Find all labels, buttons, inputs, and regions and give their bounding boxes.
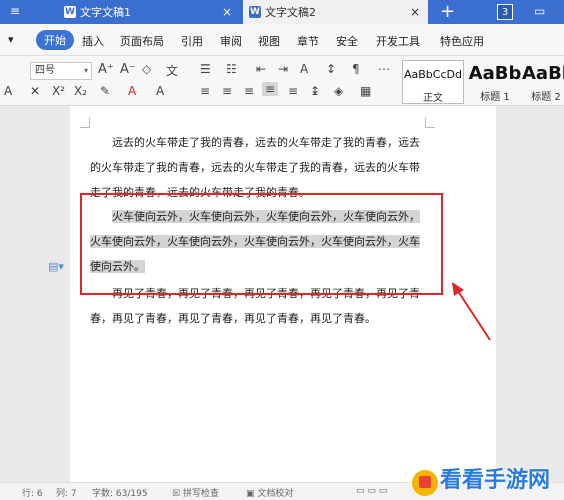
menu-insert[interactable]: 插入 (82, 33, 104, 49)
subscript-icon[interactable]: X₂ (74, 84, 87, 98)
close-icon[interactable]: × (410, 6, 420, 18)
chevron-down-icon: ▾ (83, 66, 88, 75)
paragraph-tools-icon[interactable]: ▤▾ (48, 260, 64, 273)
style-normal[interactable]: AaBbCcDd 正文 (402, 60, 464, 104)
char-border-icon[interactable]: A (156, 84, 164, 98)
watermark-text: 看看手游网 (440, 468, 551, 493)
superscript-icon[interactable]: X² (52, 84, 65, 98)
font-color-icon[interactable]: A (128, 84, 136, 98)
toolbar: 四号 ▾ A⁺ A⁻ ◇ 文 ☰ ☷ ⇤ ⇥ A ↕ ¶ ⋯ A ✕ X² X₂… (0, 56, 564, 106)
shrink-font-icon[interactable]: A⁻ (120, 62, 136, 77)
style-name: 标题 1 (480, 92, 510, 103)
writer-doc-icon: W (64, 6, 76, 18)
status-column: 列: 7 (56, 489, 77, 499)
style-name: 正文 (423, 93, 443, 104)
tab-label: 文字文稿2 (265, 6, 316, 19)
style-name: 标题 2 (531, 92, 561, 103)
numbered-list-icon[interactable]: ☷ (226, 62, 237, 76)
font-size-value: 四号 (35, 65, 55, 76)
indent-icon[interactable]: ⇥ (278, 62, 288, 76)
style-sample: AaBb (522, 63, 564, 84)
annotation-arrow (452, 282, 491, 341)
phonetic-icon[interactable]: 文 (166, 62, 178, 79)
style-sample: AaBbCcDd (404, 68, 462, 81)
menu-developer[interactable]: 开发工具 (376, 33, 420, 49)
tab-document-1[interactable]: W 文字文稿1 × (60, 0, 240, 24)
menu-references[interactable]: 引用 (181, 33, 203, 49)
style-heading-1[interactable]: AaBb 标题 1 (466, 60, 524, 104)
highlight-icon[interactable]: ✎ (100, 84, 110, 98)
clear-format-icon[interactable]: ◇ (142, 62, 151, 76)
distributed-icon[interactable]: ≡ (288, 84, 298, 98)
doc-proof-label: 文档校对 (257, 489, 294, 499)
more-options-icon[interactable]: ⋯ (378, 62, 390, 76)
status-row: 行: 6 (22, 489, 43, 499)
menu-page-layout[interactable]: 页面布局 (120, 33, 164, 49)
menu-security[interactable]: 安全 (336, 33, 358, 49)
menu-icon[interactable]: ≡ (10, 4, 20, 18)
align-right-icon[interactable]: ≡ (244, 84, 254, 98)
borders-icon[interactable]: ▦ (360, 84, 371, 98)
menu-dropdown-icon[interactable]: ▾ (8, 33, 14, 46)
align-left-icon[interactable]: ≡ (200, 84, 210, 98)
view-mode-icon[interactable]: ▭ ▭ ▭ (356, 486, 387, 496)
sort-icon[interactable]: ↕ (326, 62, 336, 76)
tab-bar: W 文字文稿1 × W 文字文稿2 × + 3 ▭ ≡ (0, 0, 564, 24)
margin-marker (425, 118, 435, 128)
font-style-icon[interactable]: A (4, 84, 12, 98)
tab-count-badge[interactable]: 3 (497, 4, 513, 20)
style-gallery: AaBbCcDd 正文 AaBb 标题 1 AaBb 标题 2 (402, 60, 564, 104)
style-sample: AaBb (468, 63, 522, 84)
menu-special[interactable]: 特色应用 (440, 33, 484, 49)
menu-bar: ▾ 开始 插入 页面布局 引用 审阅 视图 章节 安全 开发工具 特色应用 (0, 24, 564, 56)
margin-marker (80, 118, 90, 128)
show-marks-icon[interactable]: ¶ (352, 62, 360, 76)
outdent-icon[interactable]: ⇤ (256, 62, 266, 76)
menu-start[interactable]: 开始 (36, 30, 74, 50)
shading-icon[interactable]: ◈ (334, 84, 343, 98)
spell-check-toggle[interactable]: ☒ 拼写检查 (172, 486, 219, 499)
font-size-select[interactable]: 四号 ▾ (30, 62, 92, 80)
new-tab-button[interactable]: + (440, 2, 455, 22)
strikethrough-icon[interactable]: ✕ (30, 84, 40, 98)
annotation-box (80, 193, 443, 295)
spell-check-label: 拼写检查 (182, 489, 219, 499)
bullet-list-icon[interactable]: ☰ (200, 62, 211, 76)
close-icon[interactable]: × (222, 6, 232, 18)
window-menu-icon[interactable]: ▭ (534, 4, 545, 18)
grow-font-icon[interactable]: A⁺ (98, 62, 114, 77)
line-spacing-icon[interactable]: ↨ (310, 84, 320, 98)
menu-view[interactable]: 视图 (258, 33, 280, 49)
chinese-layout-icon[interactable]: A (300, 62, 308, 76)
align-center-icon[interactable]: ≡ (222, 84, 232, 98)
style-heading-2[interactable]: AaBb 标题 2 (522, 60, 564, 104)
justify-icon[interactable]: ≡ (262, 82, 279, 96)
watermark-logo (412, 470, 438, 496)
tab-label: 文字文稿1 (80, 6, 131, 19)
writer-doc-icon: W (249, 6, 261, 18)
tab-document-2[interactable]: W 文字文稿2 × (243, 0, 428, 24)
doc-proof-button[interactable]: ▣ 文档校对 (246, 486, 293, 499)
menu-chapter[interactable]: 章节 (297, 33, 319, 49)
menu-review[interactable]: 审阅 (220, 33, 242, 49)
status-word-count[interactable]: 字数: 63/195 (92, 486, 148, 499)
